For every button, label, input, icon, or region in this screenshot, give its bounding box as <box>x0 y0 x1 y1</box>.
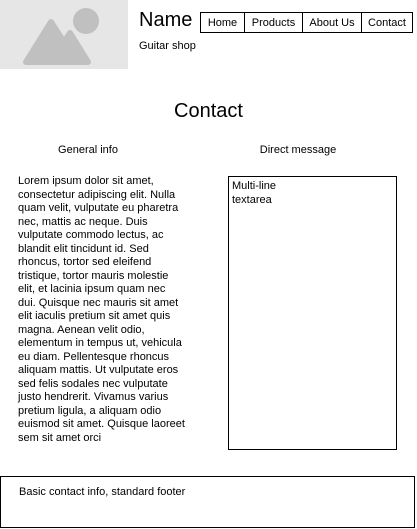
site-tagline: Guitar shop <box>139 40 196 52</box>
general-info-heading: General info <box>58 144 118 156</box>
nav-about-us[interactable]: About Us <box>302 13 361 32</box>
direct-message-textarea[interactable] <box>228 176 397 450</box>
general-info-text: Lorem ipsum dolor sit amet, consectetur … <box>18 175 185 444</box>
page-title: Contact <box>174 100 243 122</box>
logo-placeholder[interactable] <box>0 0 128 69</box>
image-placeholder-icon <box>23 8 99 65</box>
nav-products[interactable]: Products <box>244 13 302 32</box>
nav-home[interactable]: Home <box>201 13 244 32</box>
site-name: Name <box>139 9 193 31</box>
direct-message-heading: Direct message <box>259 144 337 156</box>
footer: Basic contact info, standard footer <box>0 476 415 528</box>
main-nav: Home Products About Us Contact <box>200 12 413 33</box>
footer-text: Basic contact info, standard footer <box>19 486 186 498</box>
nav-contact[interactable]: Contact <box>361 13 412 32</box>
